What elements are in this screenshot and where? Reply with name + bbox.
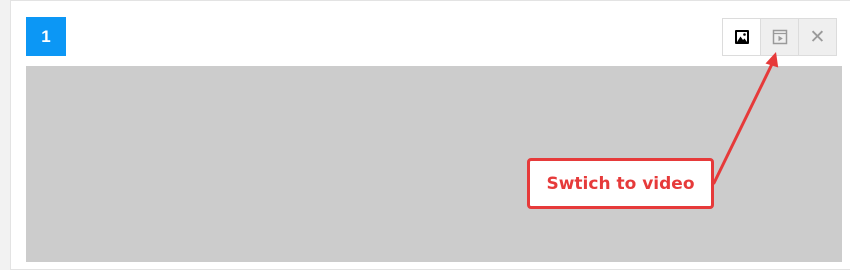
annotation-text: Swtich to video (546, 173, 695, 194)
close-icon: ✕ (809, 25, 826, 48)
slide-number-badge: 1 (26, 17, 66, 56)
slide-number-label: 1 (41, 26, 51, 46)
video-mode-button[interactable] (760, 18, 799, 56)
image-mode-button[interactable] (722, 18, 761, 56)
video-icon (772, 29, 787, 45)
image-icon (734, 30, 749, 44)
media-placeholder (26, 66, 842, 262)
media-type-toolbar: ✕ (722, 18, 837, 56)
annotation-callout: Swtich to video (527, 158, 714, 209)
remove-button[interactable]: ✕ (798, 18, 837, 56)
